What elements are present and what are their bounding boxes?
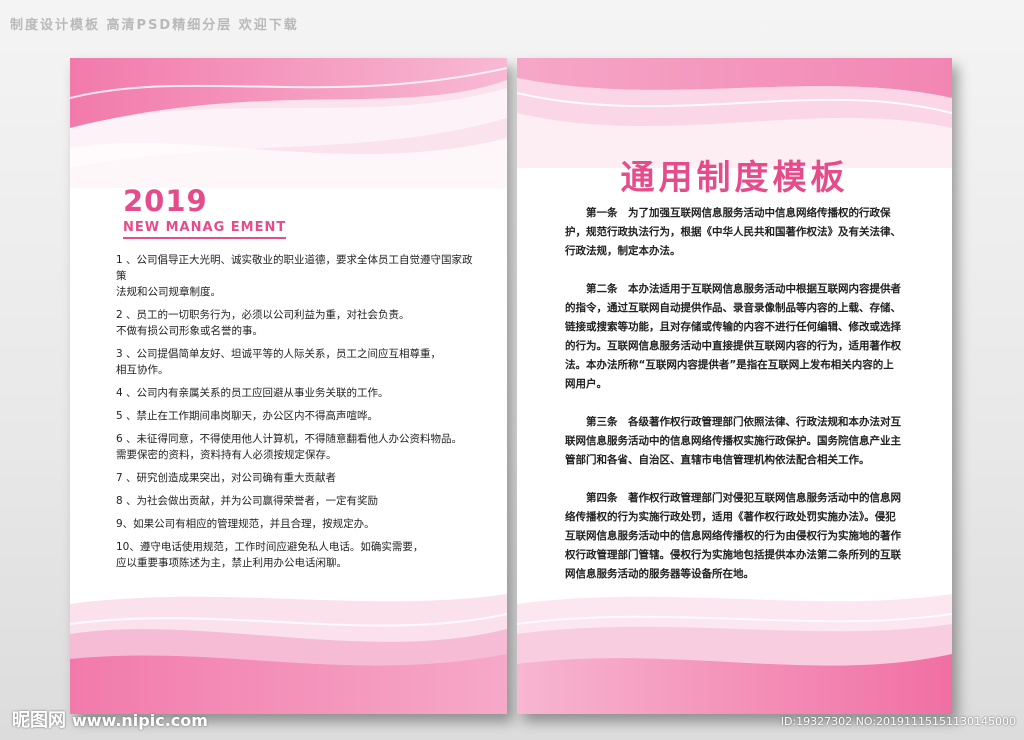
page-title: 通用制度模板	[620, 158, 849, 198]
list-item: 7 、研究创造成果突出，对公司确有重大贡献者	[116, 472, 337, 484]
list-item: 4 、公司内有亲属关系的员工应回避从事业务关联的工作。	[116, 387, 389, 399]
bottom-wave-decoration	[517, 584, 952, 714]
articles: 第一条 为了加强互联网信息服务活动中信息网络传播权的行政保 护，规范行政执法行为…	[565, 204, 908, 584]
list-item: 6 、未征得同意，不得使用他人计算机，不得随意翻看他人办公资料物品。 需要保密的资…	[116, 433, 463, 461]
site-watermark: 昵图网 www.nipic.com	[12, 706, 208, 732]
subtitle-heading: NEW MANAG EMENT	[123, 220, 287, 239]
list-item: 3 、公司提倡简单友好、坦诚平等的人际关系，员工之间应互相尊重， 相互协作。	[116, 348, 442, 376]
bottom-wave-decoration	[70, 574, 507, 714]
list-item: 8 、为社会做出贡献，并为公司赢得荣誉者，一定有奖励	[116, 495, 379, 507]
list-item: 10、遵守电话使用规范，工作时间应避免私人电话。如确实需要， 应以重要事项陈述为主…	[116, 541, 424, 569]
watermark-url: www.nipic.com	[72, 711, 208, 730]
article-2: 第二条 本办法适用于互联网信息服务活动中根据互联网内容提供者 的指令，通过互联网…	[565, 283, 901, 390]
year-heading: 2019	[123, 184, 208, 218]
list-item: 1 、公司倡导正大光明、诚实敬业的职业道德，要求全体员工自觉遵守国家政策 法规和公…	[116, 254, 473, 298]
top-wave-decoration	[70, 58, 507, 188]
list-item: 5 、禁止在工作期间串岗聊天，办公区内不得高声喧哗。	[116, 410, 379, 422]
right-page: 通用制度模板 第一条 为了加强互联网信息服务活动中信息网络传播权的行政保 护，规…	[517, 58, 952, 714]
list-item: 2 、员工的一切职务行为，必须以公司利益为重，对社会负责。 不做有损公司形象或名誉…	[116, 309, 410, 337]
article-1: 第一条 为了加强互联网信息服务活动中信息网络传播权的行政保 护，规范行政执法行为…	[565, 207, 901, 257]
rules-list: 1 、公司倡导正大光明、诚实敬业的职业道德，要求全体员工自觉遵守国家政策 法规和公…	[116, 252, 476, 571]
template-banner: 制度设计模板 高清PSD精细分层 欢迎下载	[10, 18, 299, 33]
watermark-logo: 昵图网	[12, 710, 66, 731]
article-3: 第三条 各级著作权行政管理部门依照法律、行政法规和本办法对互 联网信息服务活动中…	[565, 416, 901, 466]
list-item: 9、如果公司有相应的管理规范，并且合理，按规定办。	[116, 518, 375, 530]
left-page: 2019 NEW MANAG EMENT 1 、公司倡导正大光明、诚实敬业的职业…	[70, 58, 507, 714]
image-id-watermark: ID:19327302 NO:20191115151130145000	[780, 715, 1016, 728]
article-4: 第四条 著作权行政管理部门对侵犯互联网信息服务活动中的信息网 络传播权的行为实施…	[565, 492, 901, 580]
